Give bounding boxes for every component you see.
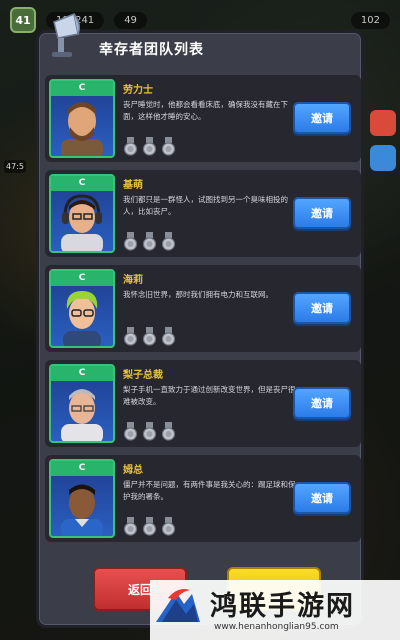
survivor-description: 我怀念旧世界，那时我们拥有电力和互联网。 [123,290,273,299]
invite-button[interactable]: 邀请 [293,292,351,324]
survivor-medals [123,422,176,441]
megaphone-icon [52,12,81,57]
survivor-portrait[interactable]: C [49,174,115,253]
survivor-list: C 劳力士 丧尸睡觉时，他都会看看床底，确保我没有藏在下面，这样他才睡的安心。 … [45,75,361,542]
survivor-rank-badge: C [51,81,113,96]
survivor-description: 梨子手机一直致力于通过创新改变世界，但是丧尸很难被改变。 [123,385,296,406]
survivor-card: C 海莉 我怀念旧世界，那时我们拥有电力和互联网。 邀请 [45,265,361,352]
medal-icon [142,327,157,346]
watermark-title: 鸿联手游网 [210,591,355,622]
medal-icon [161,422,176,441]
survivor-description: 僵尸并不是问题，有两件事是我关心的：踢足球和保护我的署条。 [123,480,296,501]
medal-icon [123,327,138,346]
survivor-name: 基萌 [123,180,143,191]
survivor-portrait[interactable]: C [49,79,115,158]
survivor-portrait[interactable]: C [49,459,115,538]
site-watermark: 鸿联手游网 www.henanhonglian95.com [150,580,400,640]
side-timer: 47:5 [4,160,26,173]
survivor-medals [123,232,176,251]
survivor-card: C 姆总 僵尸并不是问题，有两件事是我关心的：踢足球和保护我的署条。 邀请 [45,455,361,542]
medal-icon [142,232,157,251]
survivor-rank-badge: C [51,461,113,476]
survivor-card: C 梨子总裁 梨子手机一直致力于通过创新改变世界，但是丧尸很难被改变。 邀请 [45,360,361,447]
survivor-name: 梨子总裁 [123,370,163,381]
medal-icon [123,137,138,156]
medal-icon [161,517,176,536]
medal-icon [142,517,157,536]
survivor-portrait[interactable]: C [49,364,115,443]
survivor-portrait[interactable]: C [49,269,115,348]
medal-icon [161,137,176,156]
medal-icon [161,232,176,251]
side-event-icon[interactable] [370,145,396,171]
survivor-team-list-dialog: 幸存者团队列表 C 劳力士 丧尸睡觉时，他都会看看床底，确保我没有藏在下面，这样… [36,30,364,628]
survivor-name: 海莉 [123,275,143,286]
watermark-url: www.henanhonglian95.com [214,622,339,632]
survivor-medals [123,517,176,536]
medal-icon [123,517,138,536]
invite-button[interactable]: 邀请 [293,387,351,419]
survivor-rank-badge: C [51,366,113,381]
watermark-logo-icon [156,589,200,622]
survivor-rank-badge: C [51,176,113,191]
survivor-name: 劳力士 [123,85,153,96]
invite-button[interactable]: 邀请 [293,102,351,134]
medal-icon [142,422,157,441]
survivor-card: C 基萌 我们都只是一群怪人，试图找到另一个臭味相投的人，比如丧尸。 邀请 [45,170,361,257]
medal-icon [123,422,138,441]
medal-icon [123,232,138,251]
survivor-description: 丧尸睡觉时，他都会看看床底，确保我没有藏在下面，这样他才睡的安心。 [123,100,288,121]
survivor-medals [123,327,176,346]
invite-button[interactable]: 邀请 [293,482,351,514]
medal-icon [161,327,176,346]
survivor-card: C 劳力士 丧尸睡觉时，他都会看看床底，确保我没有藏在下面，这样他才睡的安心。 … [45,75,361,162]
survivor-name: 姆总 [123,465,143,476]
resource-counter-gems: 49 [114,11,147,29]
medal-icon [142,137,157,156]
invite-button[interactable]: 邀请 [293,197,351,229]
player-level-badge[interactable]: 41 [10,7,36,33]
survivor-description: 我们都只是一群怪人，试图找到另一个臭味相投的人，比如丧尸。 [123,195,288,216]
survivor-medals [123,137,176,156]
survivor-rank-badge: C [51,271,113,286]
side-shop-icon[interactable] [370,110,396,136]
resource-counter-energy: 102 [350,11,390,29]
